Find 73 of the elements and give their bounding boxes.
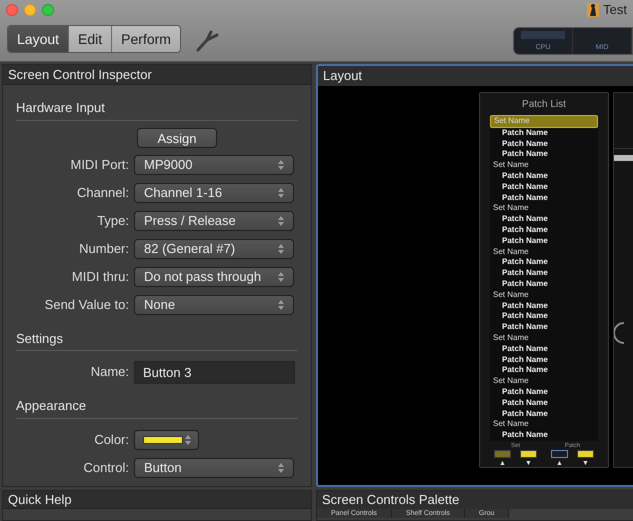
- patch-item[interactable]: Patch Name: [490, 170, 598, 182]
- window-title: Test: [603, 1, 627, 20]
- field-label: Type:: [96, 212, 130, 230]
- set-item[interactable]: Set Name: [490, 376, 598, 387]
- patch-item[interactable]: Patch Name: [490, 128, 598, 139]
- panel-header: Screen Control Inspector: [3, 65, 311, 85]
- stepper-icon: [278, 216, 284, 226]
- stepper-icon: [278, 188, 284, 198]
- widget-title: Patch List: [522, 98, 566, 112]
- panel-header: Screen Controls Palette: [317, 491, 633, 509]
- set-item[interactable]: Set Name: [490, 160, 598, 171]
- stepper-icon: [278, 462, 284, 472]
- popup-menu[interactable]: Button: [134, 458, 294, 478]
- popup-menu[interactable]: 82 (General #7): [134, 238, 294, 258]
- field-label: MIDI Port:: [69, 156, 130, 174]
- patch-item[interactable]: Patch Name: [490, 386, 598, 398]
- hardware-button[interactable]: [551, 450, 568, 458]
- patch-item[interactable]: Patch Name: [490, 408, 598, 420]
- patch-item[interactable]: Patch Name: [490, 236, 598, 247]
- set-item[interactable]: Set Name: [490, 246, 598, 258]
- set-item[interactable]: Set Name: [490, 332, 598, 344]
- field-label: Name:: [90, 363, 130, 382]
- patch-item[interactable]: Patch Name: [490, 344, 598, 355]
- set-item[interactable]: Set Name: [490, 203, 598, 214]
- patch-item[interactable]: Patch Name: [490, 322, 598, 333]
- hardware-button[interactable]: [520, 450, 537, 458]
- patch-item[interactable]: Patch Name: [490, 257, 598, 268]
- patch-item[interactable]: Patch Name: [490, 268, 598, 279]
- field-label: Control:: [82, 458, 130, 477]
- patch-item[interactable]: Patch Name: [490, 138, 598, 150]
- set-item[interactable]: Set Name: [490, 419, 598, 430]
- patch-item[interactable]: Patch Name: [490, 149, 598, 160]
- patch-item[interactable]: Patch Name: [490, 192, 598, 204]
- assign-button[interactable]: Assign: [137, 128, 217, 148]
- popup-menu[interactable]: Press / Release: [134, 210, 294, 230]
- mode-tab[interactable]: Perform: [112, 26, 180, 52]
- patch-item[interactable]: Patch Name: [490, 300, 598, 312]
- panel-header: Layout: [318, 66, 633, 86]
- patch-item[interactable]: Patch Name: [490, 311, 598, 322]
- mode-tab[interactable]: Edit: [69, 26, 112, 52]
- stepper-icon: [278, 300, 284, 310]
- section-header: Settings: [16, 328, 298, 351]
- stepper-icon: [278, 272, 284, 282]
- field-label: Color:: [93, 430, 130, 449]
- panel-header: Quick Help: [3, 491, 311, 509]
- field-label: MIDI thru:: [70, 268, 130, 286]
- stepper-icon: [185, 434, 191, 444]
- color-picker[interactable]: [134, 430, 199, 450]
- field-label: Number:: [78, 240, 130, 258]
- stepper-icon: [278, 160, 284, 170]
- popup-menu[interactable]: Channel 1-16: [134, 182, 294, 202]
- stepper-icon: [278, 244, 284, 254]
- cpu-meter: [521, 30, 565, 38]
- name-field[interactable]: Button 3: [134, 360, 295, 384]
- hardware-button[interactable]: [577, 450, 594, 458]
- patch-item[interactable]: Patch Name: [490, 398, 598, 409]
- section-header: Appearance: [16, 396, 298, 418]
- section-header: Hardware Input: [16, 98, 298, 120]
- patch-item[interactable]: Patch Name: [490, 224, 598, 236]
- patch-item[interactable]: Patch Name: [490, 214, 598, 225]
- popup-menu[interactable]: None: [134, 294, 294, 314]
- popup-menu[interactable]: Do not pass through: [134, 266, 294, 286]
- patch-item[interactable]: Patch Name: [490, 365, 598, 376]
- patch-item[interactable]: Patch Name: [490, 278, 598, 290]
- knob-icon: [614, 321, 624, 345]
- mode-tab[interactable]: Layout: [8, 26, 70, 52]
- field-label: Send Value to:: [44, 296, 130, 314]
- popup-menu[interactable]: MP9000: [134, 154, 294, 174]
- patch-item[interactable]: Patch Name: [490, 354, 598, 366]
- set-item[interactable]: Set Name: [490, 290, 598, 301]
- patch-item[interactable]: Patch Name: [490, 430, 598, 441]
- field-label: Channel:: [76, 184, 130, 202]
- patch-item[interactable]: Patch Name: [490, 182, 598, 193]
